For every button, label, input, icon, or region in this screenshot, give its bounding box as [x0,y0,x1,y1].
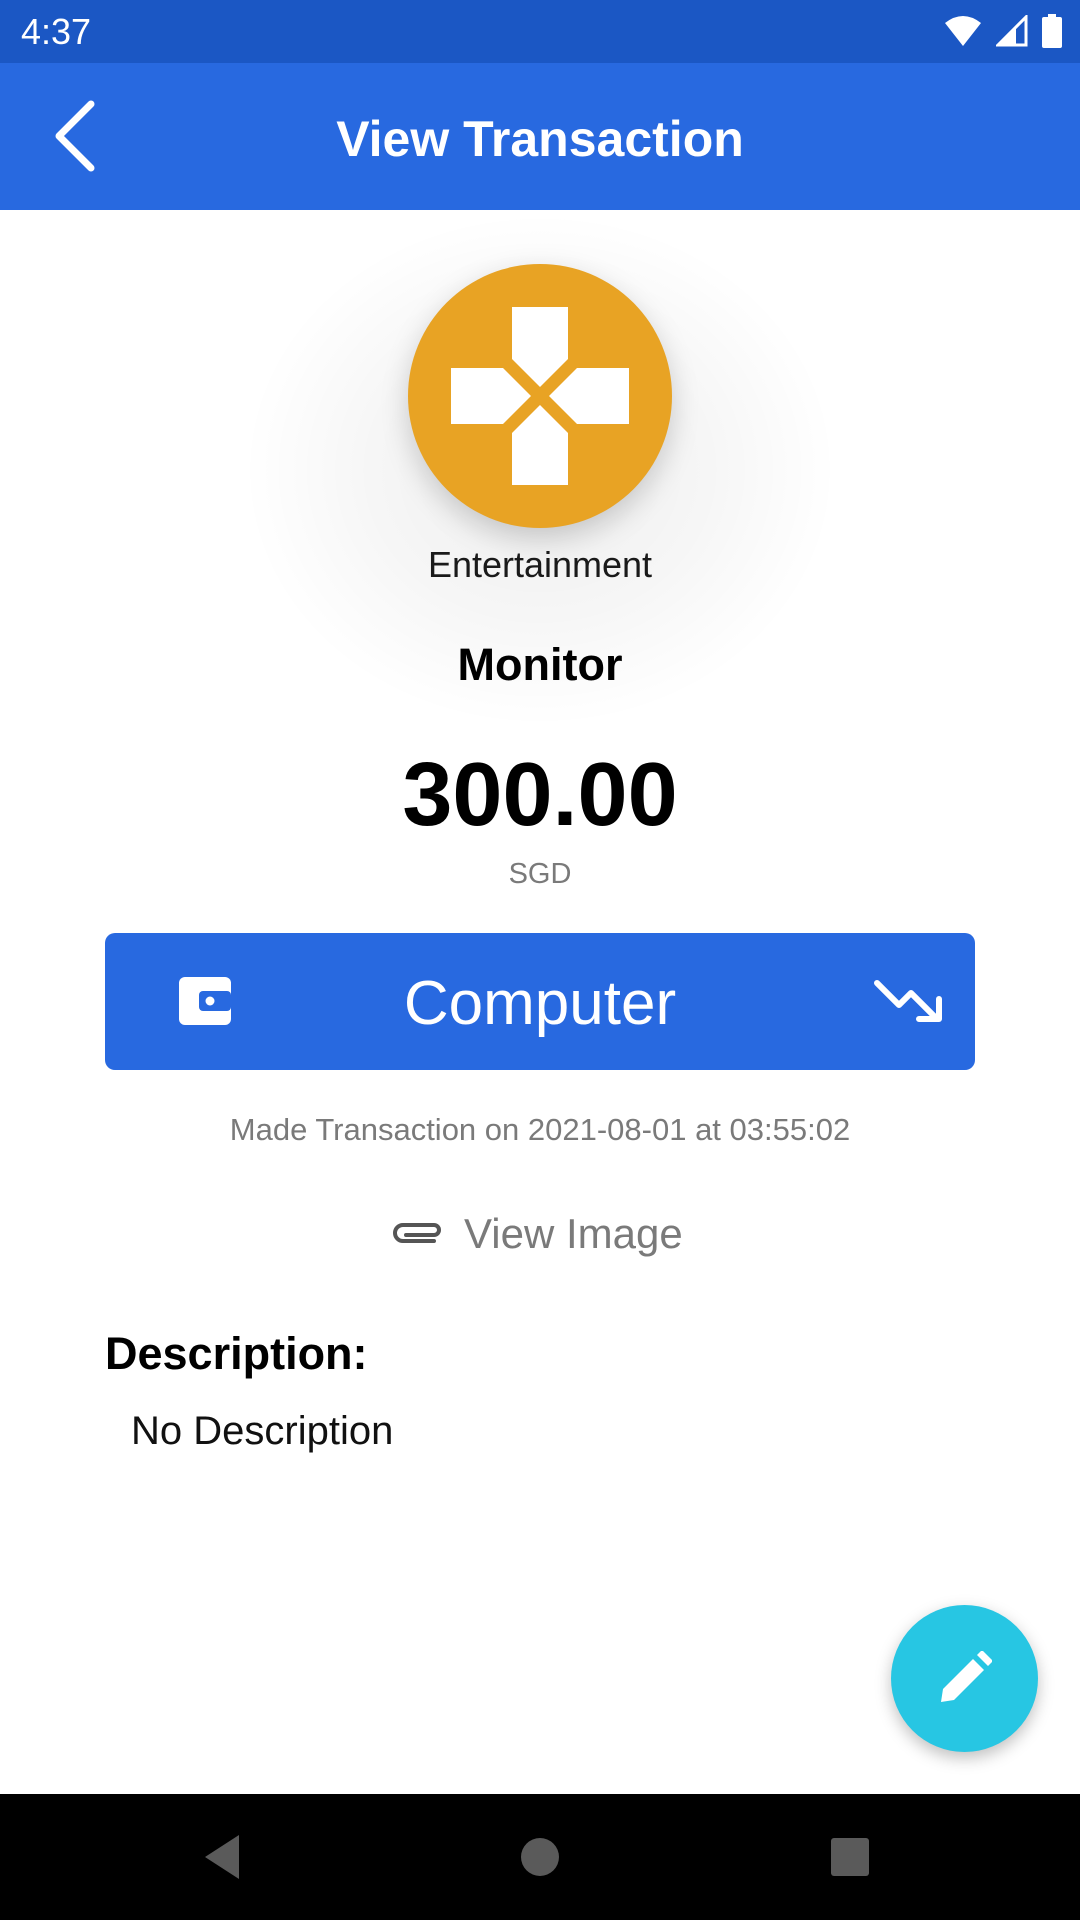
nav-back-icon[interactable] [195,1827,255,1887]
screen: 4:37 View Transaction Entertainment Moni… [0,0,1080,1920]
status-time: 4:37 [21,11,92,52]
currency-label: SGD [508,858,572,890]
category-avatar [408,264,672,528]
view-image-button[interactable]: View Image [390,1206,710,1262]
battery-icon [1042,14,1062,48]
cell-signal-icon [996,15,1028,47]
view-image-label: View Image [464,1210,683,1257]
page-title: View Transaction [336,111,744,167]
description-text: No Description [131,1409,394,1453]
nav-recents-icon[interactable] [820,1827,880,1887]
gamepad-icon [451,307,629,485]
app-bar: View Transaction [0,63,1080,210]
trending-down-icon [874,980,942,1022]
edit-fab-button[interactable] [891,1605,1038,1752]
category-label: Entertainment [427,544,653,585]
account-button[interactable]: Computer [105,933,975,1070]
description-title: Description: [105,1328,368,1379]
pencil-icon [941,1651,992,1702]
transaction-timestamp: Made Transaction on 2021-08-01 at 03:55:… [229,1112,851,1147]
paperclip-icon [393,1223,441,1243]
nav-home-icon[interactable] [510,1827,570,1887]
transaction-amount: 300.00 [402,745,678,845]
account-name: Computer [403,969,677,1038]
wifi-icon [945,16,981,46]
status-icons [930,13,1062,49]
system-nav-bar [0,1794,1080,1920]
status-bar: 4:37 [0,0,1080,63]
transaction-name: Monitor [457,639,623,690]
